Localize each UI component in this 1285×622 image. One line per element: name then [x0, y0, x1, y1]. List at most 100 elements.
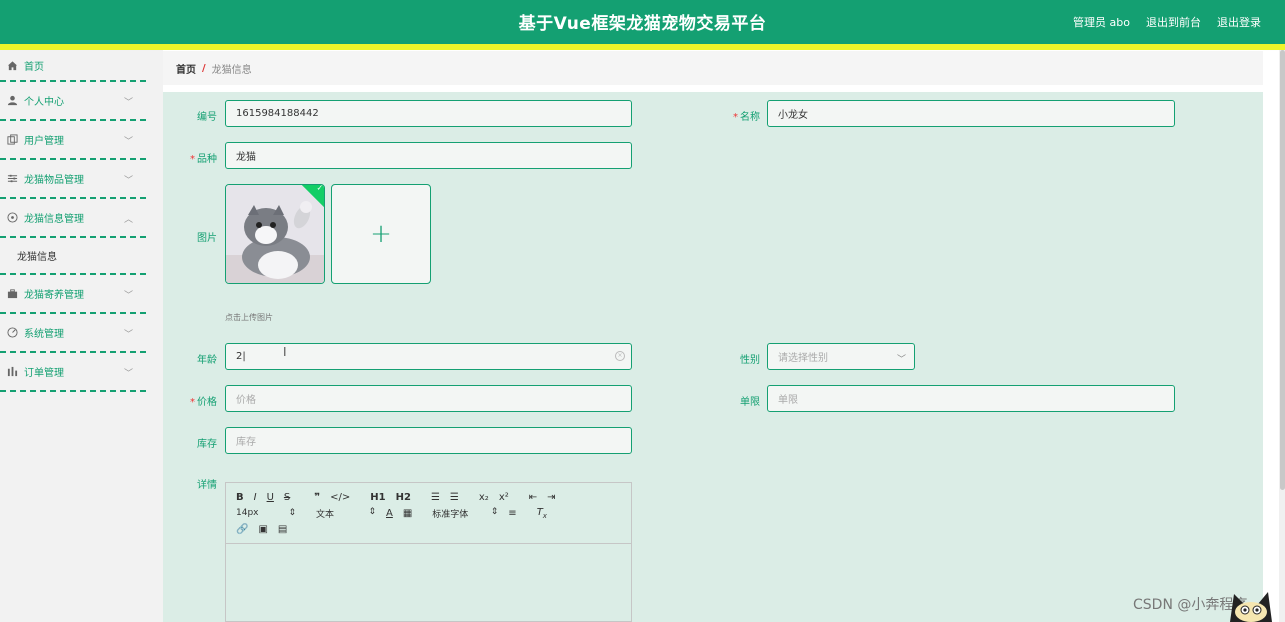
kitten-photo: [226, 185, 324, 283]
breed-label: * 品种: [190, 154, 217, 165]
chart-icon: [6, 366, 18, 378]
bullet-list-icon[interactable]: ☰: [450, 492, 459, 503]
align-icon[interactable]: ≡: [508, 508, 516, 519]
sidebar: 首页 个人中心 ﹀ 用户管理 ﹀ 龙猫物品管理 ﹀ 龙猫信息管理 ︿ 龙猫信息: [0, 50, 148, 622]
video-icon[interactable]: ▤: [278, 524, 287, 535]
sliders-icon: [6, 173, 18, 185]
gender-select[interactable]: 请选择性别 ﹀: [767, 343, 915, 370]
quote-icon[interactable]: ❞: [314, 492, 320, 503]
sidebar-item-user-management[interactable]: 用户管理 ﹀: [0, 121, 146, 160]
sidebar-item-label: 系统管理: [24, 329, 64, 340]
breed-field[interactable]: 龙猫: [225, 142, 632, 169]
page-scrollbar[interactable]: [1279, 50, 1285, 622]
link-icon[interactable]: 🔗: [236, 524, 248, 535]
breadcrumb-separator: /: [202, 62, 206, 74]
user-icon: [6, 95, 18, 107]
detail-label: 详情: [197, 480, 217, 491]
background-color-icon[interactable]: ▦: [403, 508, 412, 519]
underline-icon[interactable]: U: [267, 492, 274, 503]
chevron-down-icon: ﹀: [896, 355, 906, 365]
uploaded-image-thumbnail[interactable]: ✓: [225, 184, 325, 284]
strike-icon[interactable]: S: [284, 492, 290, 503]
sidebar-item-label: 个人中心: [24, 97, 64, 108]
font-size-select[interactable]: 14px ⇕: [236, 508, 296, 518]
top-bar: 基于Vue框架龙猫宠物交易平台 管理员 abo 退出到前台 退出登录: [0, 0, 1285, 44]
code-icon[interactable]: </>: [330, 492, 350, 503]
sidebar-subitem-chinchilla-info[interactable]: 龙猫信息: [0, 238, 146, 275]
sidebar-item-label: 订单管理: [24, 368, 64, 379]
chevron-up-icon: ︿: [124, 215, 134, 225]
superscript-icon[interactable]: x²: [499, 492, 509, 503]
breadcrumb-home[interactable]: 首页: [176, 61, 196, 76]
sidebar-item-label: 龙猫物品管理: [24, 175, 84, 186]
upload-hint: 点击上传图片: [225, 313, 273, 322]
exit-to-front-link[interactable]: 退出到前台: [1146, 14, 1201, 30]
price-field[interactable]: 价格: [225, 385, 632, 412]
subscript-icon[interactable]: x₂: [479, 492, 489, 503]
clear-icon[interactable]: ×: [615, 351, 625, 361]
upload-image-button[interactable]: +: [331, 184, 431, 284]
outdent-icon[interactable]: ⇤: [529, 492, 537, 503]
sidebar-item-foster-management[interactable]: 龙猫寄养管理 ﹀: [0, 275, 146, 314]
select-arrows-icon: ⇕: [368, 506, 376, 517]
sidebar-subitem-label: 龙猫信息: [17, 252, 57, 263]
h2-icon[interactable]: H2: [396, 492, 411, 503]
image-icon[interactable]: ▣: [258, 524, 267, 535]
logout-link[interactable]: 退出登录: [1217, 14, 1261, 30]
sidebar-item-info-management[interactable]: 龙猫信息管理 ︿: [0, 199, 146, 238]
select-arrows-icon: ⇕: [288, 508, 296, 518]
stock-field[interactable]: 库存: [225, 427, 632, 454]
breadcrumb: 首页 / 龙猫信息: [163, 51, 1263, 85]
age-label: 年龄: [197, 355, 217, 366]
sidebar-item-system-management[interactable]: 系统管理 ﹀: [0, 314, 146, 353]
gender-label: 性别: [740, 355, 760, 366]
ordered-list-icon[interactable]: ☰: [431, 492, 440, 503]
editor-toolbar: B I U S ❞ </> H1 H2 ☰ ☰ x₂ x² ⇤ ⇥ 14px ⇕ …: [226, 483, 631, 544]
mascot-cat-icon: [1224, 584, 1278, 622]
sidebar-item-home[interactable]: 首页: [0, 50, 146, 82]
price-label: * 价格: [190, 397, 217, 408]
scrollbar-thumb[interactable]: [1280, 50, 1285, 490]
chevron-down-icon: ﹀: [124, 369, 134, 379]
gender-placeholder: 请选择性别: [778, 353, 828, 364]
italic-icon[interactable]: I: [254, 492, 257, 503]
clear-format-icon[interactable]: Tx: [537, 507, 547, 520]
name-label: * 名称: [733, 112, 760, 123]
sidebar-gutter: [148, 50, 163, 622]
h1-icon[interactable]: H1: [370, 492, 385, 503]
check-icon: ✓: [316, 184, 324, 193]
sidebar-item-label: 龙猫寄养管理: [24, 290, 84, 301]
sidebar-item-personal-center[interactable]: 个人中心 ﹀: [0, 82, 146, 121]
plus-icon: +: [370, 219, 392, 249]
gauge-icon: [6, 327, 18, 339]
font-family-select[interactable]: 标准字体 ⇕: [432, 507, 498, 520]
users-icon: [6, 134, 18, 146]
number-label: 编号: [197, 112, 217, 123]
stock-label: 库存: [197, 439, 217, 450]
text-style-select[interactable]: 文本 ⇕: [316, 507, 376, 520]
sidebar-item-label: 首页: [24, 61, 44, 73]
text-cursor-icon: I: [283, 345, 287, 359]
briefcase-icon: [6, 288, 18, 300]
chevron-down-icon: ﹀: [124, 330, 134, 340]
select-arrows-icon: ⇕: [490, 506, 499, 517]
chevron-down-icon: ﹀: [124, 176, 134, 186]
font-color-icon[interactable]: A: [386, 508, 393, 519]
rich-text-editor: B I U S ❞ </> H1 H2 ☰ ☰ x₂ x² ⇤ ⇥ 14px ⇕ …: [225, 482, 632, 622]
number-field[interactable]: 1615984188442: [225, 100, 632, 127]
indent-icon[interactable]: ⇥: [547, 492, 555, 503]
limit-field[interactable]: 单限: [767, 385, 1175, 412]
picture-label: 图片: [197, 233, 217, 244]
name-field[interactable]: 小龙女: [767, 100, 1175, 127]
sidebar-item-goods-management[interactable]: 龙猫物品管理 ﹀: [0, 160, 146, 199]
header-accent-strip: [0, 44, 1285, 50]
sidebar-item-order-management[interactable]: 订单管理 ﹀: [0, 353, 146, 392]
chevron-down-icon: ﹀: [124, 137, 134, 147]
bold-icon[interactable]: B: [236, 492, 244, 503]
chevron-down-icon: ﹀: [124, 98, 134, 108]
top-links: 管理员 abo 退出到前台 退出登录: [1073, 14, 1261, 30]
admin-user-label: 管理员 abo: [1073, 16, 1130, 29]
chevron-down-icon: ﹀: [124, 291, 134, 301]
breadcrumb-current: 龙猫信息: [211, 64, 252, 76]
compass-icon: [6, 212, 18, 224]
